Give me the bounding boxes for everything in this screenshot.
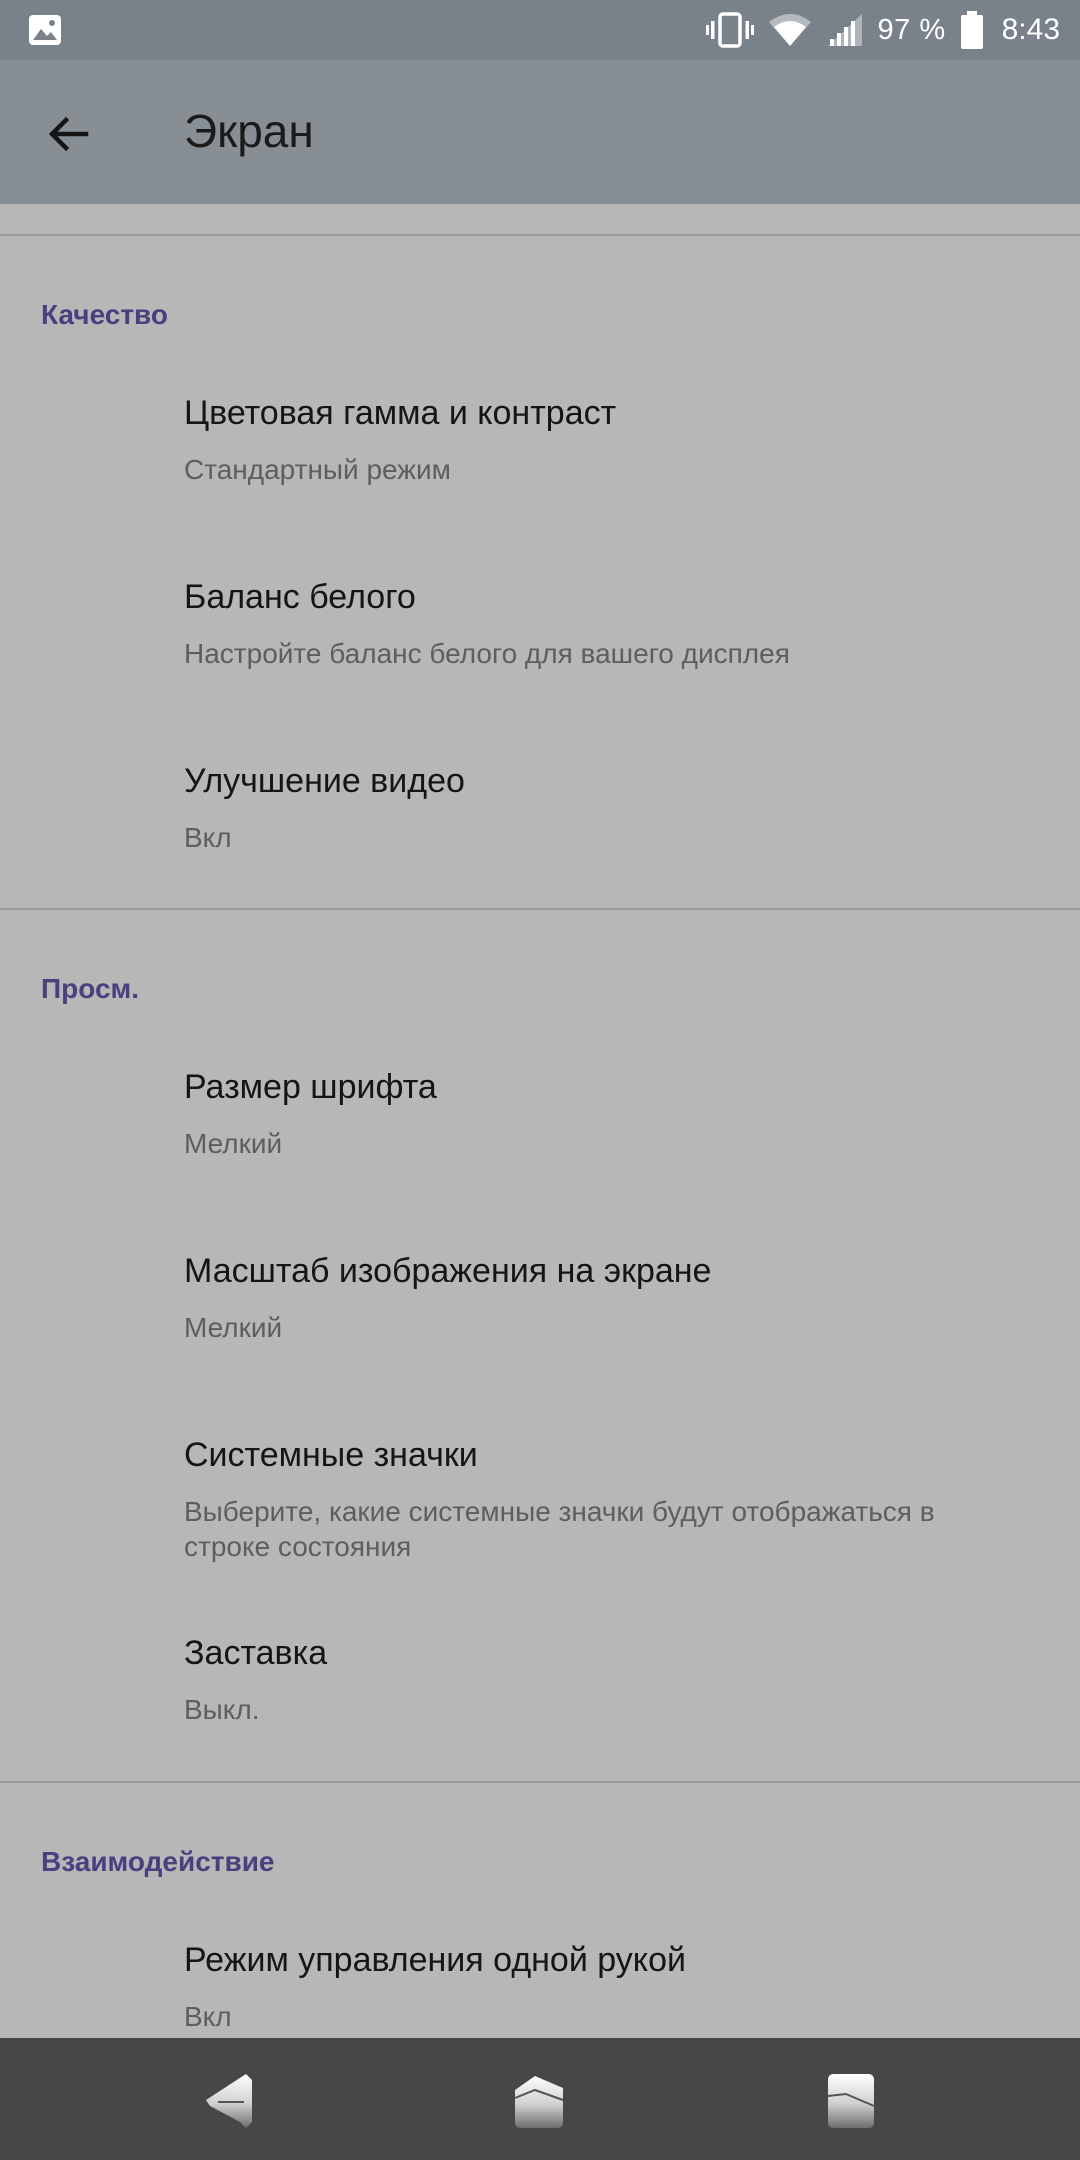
status-bar: 97 % 8:43 xyxy=(0,0,1080,60)
pref-summary: Выберите, какие системные значки будут о… xyxy=(184,1496,935,1562)
pref-title: Режим управления одной рукой xyxy=(184,1941,686,1979)
pref-title: Размер шрифта xyxy=(184,1068,437,1106)
pref-summary: Вкл xyxy=(184,2001,232,2032)
navigation-bar xyxy=(0,2038,1080,2160)
divider xyxy=(0,908,1080,910)
pref-system-icons[interactable]: Системные значки Выберите, какие системн… xyxy=(0,1436,1080,1626)
pref-color-gamut[interactable]: Цветовая гамма и контраст Стандартный ре… xyxy=(0,394,1080,564)
back-button[interactable] xyxy=(36,102,100,166)
nav-back-icon xyxy=(206,2074,252,2128)
nav-recents-button[interactable] xyxy=(816,2064,886,2134)
divider xyxy=(0,1781,1080,1783)
toolbar: Экран xyxy=(0,60,1080,204)
section-header-view: Просм. xyxy=(41,973,140,1004)
pref-summary: Настройте баланс белого для вашего диспл… xyxy=(184,638,790,669)
pref-summary: Мелкий xyxy=(184,1128,283,1159)
signal-icon xyxy=(827,14,862,46)
pref-summary: Мелкий xyxy=(184,1312,283,1343)
pref-video-enhancement[interactable]: Улучшение видео Вкл xyxy=(0,762,1080,932)
nav-home-icon xyxy=(514,2076,564,2128)
vibrate-icon xyxy=(705,12,754,48)
page-title: Экран xyxy=(184,105,314,157)
nav-recents-icon xyxy=(827,2074,875,2128)
pref-summary: Стандартный режим xyxy=(184,454,451,485)
pref-title: Цветовая гамма и контраст xyxy=(184,394,617,432)
section-header-interaction: Взаимодействие xyxy=(41,1846,275,1877)
section-header-quality: Качество xyxy=(41,299,168,330)
divider xyxy=(0,234,1080,236)
arrow-back-icon xyxy=(48,116,89,152)
settings-list[interactable]: Качество Цветовая гамма и контраст Станд… xyxy=(0,204,1080,2038)
pref-title: Масштаб изображения на экране xyxy=(184,1252,712,1290)
pref-screensaver[interactable]: Заставка Выкл. xyxy=(0,1634,1080,1804)
pref-display-scale[interactable]: Масштаб изображения на экране Мелкий xyxy=(0,1252,1080,1422)
pref-font-size[interactable]: Размер шрифта Мелкий xyxy=(0,1068,1080,1238)
pref-summary: Выкл. xyxy=(184,1694,260,1725)
pref-title: Заставка xyxy=(184,1634,328,1672)
pref-title: Улучшение видео xyxy=(184,762,465,800)
battery-percent: 97 % xyxy=(877,13,946,46)
pref-one-hand-mode[interactable]: Режим управления одной рукой Вкл xyxy=(0,1941,1080,2038)
wifi-icon xyxy=(768,14,811,46)
pref-white-balance[interactable]: Баланс белого Настройте баланс белого дл… xyxy=(0,578,1080,748)
nav-back-button[interactable] xyxy=(196,2064,266,2134)
battery-icon xyxy=(960,11,983,49)
pref-title: Системные значки xyxy=(184,1436,478,1474)
gallery-icon xyxy=(29,15,61,45)
clock: 8:43 xyxy=(1001,13,1060,46)
pref-title: Баланс белого xyxy=(184,578,416,616)
pref-summary: Вкл xyxy=(184,822,232,853)
nav-home-button[interactable] xyxy=(505,2064,575,2134)
